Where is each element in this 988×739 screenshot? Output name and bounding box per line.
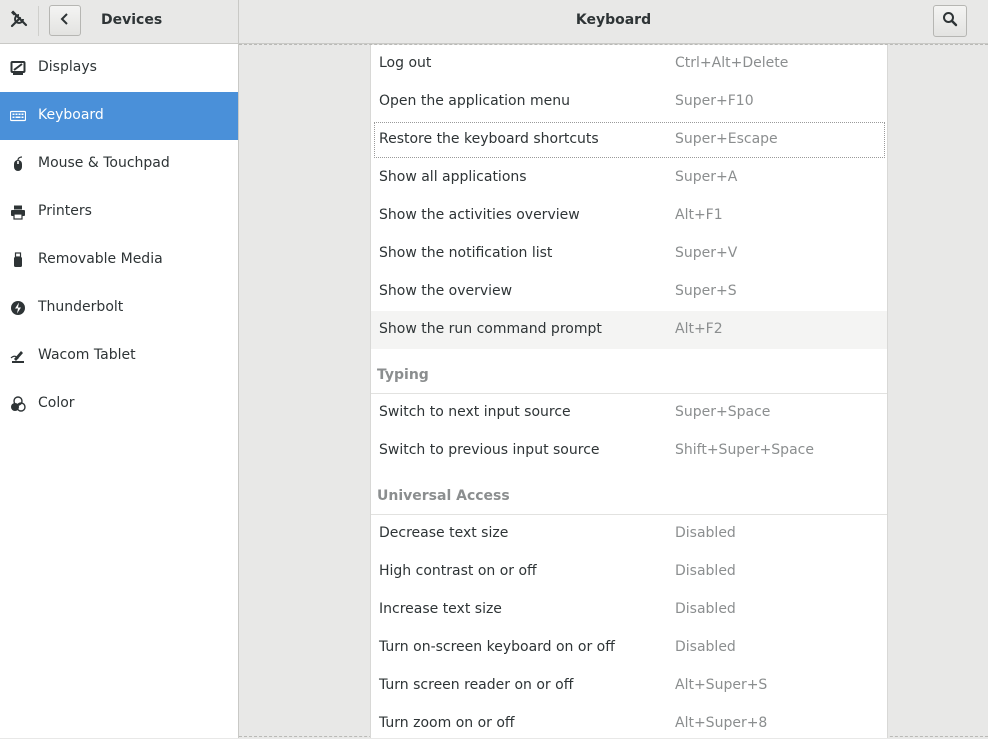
shortcut-name: Show the notification list <box>379 245 553 261</box>
shortcut-row[interactable]: Turn screen reader on or off Alt+Super+S <box>371 667 887 705</box>
settings-tools-button[interactable] <box>8 10 30 32</box>
shortcut-accel: Super+V <box>675 245 738 261</box>
shortcut-name: Show all applications <box>379 169 527 185</box>
shortcut-accel: Disabled <box>675 563 736 579</box>
shortcut-name: Switch to previous input source <box>379 442 600 458</box>
shortcut-name: Show the run command prompt <box>379 321 602 337</box>
display-icon <box>10 60 26 76</box>
sidebar-item-label: Printers <box>38 203 92 219</box>
shortcut-accel: Ctrl+Alt+Delete <box>675 55 789 71</box>
shortcut-accel: Disabled <box>675 639 736 655</box>
shortcut-row[interactable]: Show the overview Super+S <box>371 273 887 311</box>
usb-drive-icon <box>10 252 26 268</box>
tools-icon <box>10 10 28 32</box>
sidebar-item-label: Displays <box>38 59 97 75</box>
sidebar-item-label: Removable Media <box>38 251 163 267</box>
shortcut-name: Increase text size <box>379 601 502 617</box>
tablet-icon <box>10 348 26 364</box>
header-center: Keyboard <box>239 0 988 43</box>
shortcut-row[interactable]: Turn zoom on or off Alt+Super+8 <box>371 705 887 738</box>
page-title: Keyboard <box>575 12 652 28</box>
shortcut-accel: Alt+F1 <box>675 207 723 223</box>
shortcut-name: Turn zoom on or off <box>379 715 515 731</box>
sidebar-item-keyboard[interactable]: Keyboard <box>0 92 238 140</box>
shortcut-row[interactable]: High contrast on or off Disabled <box>371 553 887 591</box>
shortcut-row[interactable]: Turn on-screen keyboard on or off Disabl… <box>371 629 887 667</box>
sidebar-item-label: Color <box>38 395 75 411</box>
shortcut-row[interactable]: Switch to next input source Super+Space <box>371 394 887 432</box>
search-icon <box>942 11 958 31</box>
shortcut-name: Show the overview <box>379 283 513 299</box>
shortcut-name: Log out <box>379 55 432 71</box>
mouse-icon <box>10 156 26 172</box>
shortcut-row[interactable]: Increase text size Disabled <box>371 591 887 629</box>
shortcut-row[interactable]: Show all applications Super+A <box>371 159 887 197</box>
shortcut-accel: Alt+Super+8 <box>675 715 768 731</box>
section-title: Devices <box>101 12 163 28</box>
search-button[interactable] <box>933 5 967 37</box>
shortcut-name: Decrease text size <box>379 525 509 541</box>
shortcut-name: Turn screen reader on or off <box>379 677 574 693</box>
section-header-universal-access: Universal Access <box>371 470 887 515</box>
shortcut-accel: Alt+F2 <box>675 321 723 337</box>
keyboard-icon <box>10 108 26 124</box>
printer-icon <box>10 204 26 220</box>
sidebar-item-thunderbolt[interactable]: Thunderbolt <box>0 284 238 332</box>
shortcut-accel: Alt+Super+S <box>675 677 768 693</box>
header-separator <box>38 6 39 36</box>
shortcut-row[interactable]: Show the activities overview Alt+F1 <box>371 197 887 235</box>
shortcut-name: Restore the keyboard shortcuts <box>379 131 599 147</box>
shortcut-name: Show the activities overview <box>379 207 580 223</box>
thunderbolt-icon <box>10 300 26 316</box>
sidebar-item-label: Wacom Tablet <box>38 347 136 363</box>
shortcut-accel: Super+A <box>675 169 738 185</box>
sidebar-item-label: Mouse & Touchpad <box>38 155 170 171</box>
sidebar: Displays Keyboard Mouse & Touchpad Print… <box>0 44 239 738</box>
shortcut-name: Switch to next input source <box>379 404 571 420</box>
color-icon <box>10 396 26 412</box>
shortcut-name: Turn on-screen keyboard on or off <box>379 639 615 655</box>
section-header-typing: Typing <box>371 349 887 394</box>
shortcut-accel: Shift+Super+Space <box>675 442 814 458</box>
sidebar-item-color[interactable]: Color <box>0 380 238 428</box>
shortcut-row[interactable]: Show the notification list Super+V <box>371 235 887 273</box>
shortcut-row[interactable]: Open the application menu Super+F10 <box>371 83 887 121</box>
sidebar-item-mouse-touchpad[interactable]: Mouse & Touchpad <box>0 140 238 188</box>
shortcut-accel: Super+S <box>675 283 737 299</box>
sidebar-item-wacom-tablet[interactable]: Wacom Tablet <box>0 332 238 380</box>
sidebar-item-removable-media[interactable]: Removable Media <box>0 236 238 284</box>
shortcut-row[interactable]: Switch to previous input source Shift+Su… <box>371 432 887 470</box>
header-left: Devices <box>0 0 239 43</box>
shortcut-accel: Super+Escape <box>675 131 778 147</box>
shortcut-accel: Super+F10 <box>675 93 754 109</box>
shortcut-accel: Disabled <box>675 601 736 617</box>
shortcut-accel: Super+Space <box>675 404 771 420</box>
sidebar-item-displays[interactable]: Displays <box>0 44 238 92</box>
shortcut-accel: Disabled <box>675 525 736 541</box>
shortcut-row[interactable]: Decrease text size Disabled <box>371 515 887 553</box>
shortcut-name: Open the application menu <box>379 93 570 109</box>
back-button[interactable] <box>49 5 81 36</box>
sidebar-item-label: Thunderbolt <box>38 299 124 315</box>
sidebar-item-printers[interactable]: Printers <box>0 188 238 236</box>
shortcut-row-focused[interactable]: Restore the keyboard shortcuts Super+Esc… <box>371 121 887 159</box>
shortcut-row[interactable]: Log out Ctrl+Alt+Delete <box>371 45 887 83</box>
section-title: Typing <box>377 367 429 383</box>
section-title: Universal Access <box>377 488 510 504</box>
shortcut-name: High contrast on or off <box>379 563 537 579</box>
chevron-left-icon <box>59 12 71 30</box>
sidebar-item-label: Keyboard <box>38 107 104 123</box>
shortcuts-list[interactable]: Log out Ctrl+Alt+Delete Open the applica… <box>370 45 888 738</box>
shortcut-row-hovered[interactable]: Show the run command prompt Alt+F2 <box>371 311 887 349</box>
header-bar: Devices Keyboard <box>0 0 988 44</box>
